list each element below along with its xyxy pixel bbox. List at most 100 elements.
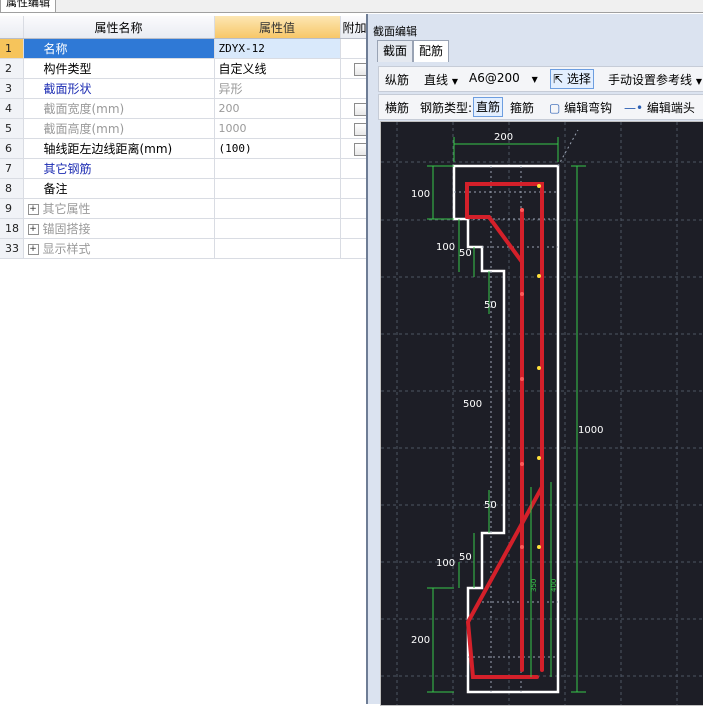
- expand-plus-icon[interactable]: +: [27, 204, 39, 215]
- manual-reference-button[interactable]: 手动设置参考线 ▼: [608, 71, 702, 88]
- property-value[interactable]: (100): [214, 138, 341, 159]
- property-name[interactable]: 名称: [23, 38, 215, 59]
- table-row[interactable]: 4 截面宽度(mm) 200: [0, 98, 367, 119]
- tab-property-editor[interactable]: 属性编辑: [0, 0, 56, 13]
- row-number: 9: [0, 198, 24, 219]
- table-row[interactable]: 5 截面高度(mm) 1000: [0, 118, 367, 139]
- tab-reinforcement[interactable]: 配筋: [413, 40, 450, 62]
- row-number: 7: [0, 158, 24, 179]
- dimension-label: 200: [411, 635, 430, 646]
- attach-checkbox[interactable]: [353, 102, 365, 116]
- column-header-extra[interactable]: 附加: [340, 16, 367, 39]
- table-row[interactable]: 18 + 锚固搭接: [0, 218, 367, 239]
- property-group[interactable]: + 锚固搭接: [23, 218, 215, 239]
- property-name[interactable]: 截面宽度(mm): [23, 98, 215, 119]
- rebar-spec-dropdown[interactable]: A6@200 ▼: [469, 71, 538, 85]
- row-number: 2: [0, 58, 24, 79]
- extra-cell: [340, 38, 367, 59]
- edit-hook-button[interactable]: ▢ 编辑弯钩: [549, 99, 612, 116]
- group-label: 其它属性: [42, 202, 91, 216]
- property-group[interactable]: + 其它属性: [23, 198, 215, 219]
- property-value[interactable]: 自定义线: [214, 58, 341, 79]
- property-name[interactable]: 构件类型: [23, 58, 215, 79]
- dimension-label: 50: [484, 300, 497, 311]
- edit-end-button[interactable]: —• 编辑端头: [624, 99, 695, 116]
- editor-title: 截面编辑: [373, 25, 417, 38]
- table-row[interactable]: 1 名称 ZDYX-12: [0, 38, 367, 59]
- extra-cell: [340, 198, 367, 219]
- rebar-type-label: 钢筋类型:: [420, 101, 473, 115]
- property-value[interactable]: 异形: [214, 78, 341, 99]
- extra-cell: [340, 218, 367, 239]
- property-value: [214, 238, 341, 259]
- row-number: 18: [0, 218, 24, 239]
- dimension-label: 200: [494, 132, 513, 143]
- property-value: [214, 198, 341, 219]
- table-row[interactable]: 33 + 显示样式: [0, 238, 367, 259]
- row-number: 5: [0, 118, 24, 139]
- select-button[interactable]: ⇱ 选择: [550, 69, 594, 89]
- table-row[interactable]: 7 其它钢筋: [0, 158, 367, 179]
- property-name[interactable]: 备注: [23, 178, 215, 199]
- dimension-label: 50: [459, 552, 472, 563]
- transverse-label[interactable]: 横筋: [385, 99, 409, 116]
- section-editor-panel: 截面编辑 截面 配筋 纵筋 直线 ▼ A6@200 ▼ ⇱ 选择 手动设置参考线 …: [366, 14, 703, 706]
- property-grid: 属性名称 属性值 附加 1 名称 ZDYX-12 2 构件类型 自定义线 3 截…: [0, 16, 367, 259]
- table-row[interactable]: 9 + 其它属性: [0, 198, 367, 219]
- property-value[interactable]: 200: [214, 98, 341, 119]
- attach-checkbox[interactable]: [353, 142, 365, 156]
- chevron-down-icon: ▼: [451, 77, 458, 86]
- property-value[interactable]: 1000: [214, 118, 341, 139]
- property-name[interactable]: 其它钢筋: [23, 158, 215, 179]
- dimension-label: 400: [550, 579, 558, 592]
- table-row[interactable]: 8 备注: [0, 178, 367, 199]
- column-header-name[interactable]: 属性名称: [23, 16, 215, 39]
- chevron-down-icon: ▼: [695, 77, 702, 86]
- extra-cell: [340, 158, 367, 179]
- editor-tabs: 截面 配筋: [377, 40, 450, 62]
- property-value[interactable]: ZDYX-12: [214, 38, 341, 59]
- extra-cell: [340, 178, 367, 199]
- line-end-icon: —•: [624, 101, 644, 115]
- tab-section[interactable]: 截面: [377, 40, 414, 62]
- expand-plus-icon[interactable]: +: [27, 224, 39, 235]
- table-row[interactable]: 6 轴线距左边线距离(mm) (100): [0, 138, 367, 159]
- stirrup-button[interactable]: 箍筋: [510, 99, 534, 116]
- chevron-down-icon: ▼: [531, 75, 538, 84]
- straight-rebar-button[interactable]: 直筋: [473, 97, 504, 117]
- property-group[interactable]: + 显示样式: [23, 238, 215, 259]
- toolbar-longitudinal: 纵筋 直线 ▼ A6@200 ▼ ⇱ 选择 手动设置参考线 ▼: [378, 66, 703, 92]
- select-label: 选择: [566, 72, 591, 86]
- attach-checkbox[interactable]: [353, 122, 365, 136]
- property-name[interactable]: 截面形状: [23, 78, 215, 99]
- section-drawing-canvas[interactable]: 200 100 100 50 50 500 50 50 100 200 1000…: [380, 121, 703, 706]
- row-number: 6: [0, 138, 24, 159]
- property-name[interactable]: 轴线距左边线距离(mm): [23, 138, 215, 159]
- line-type-value: 直线: [424, 73, 449, 87]
- group-label: 显示样式: [42, 242, 91, 256]
- document-edit-icon: ▢: [549, 101, 561, 115]
- edit-hook-label: 编辑弯钩: [564, 101, 613, 115]
- property-value[interactable]: [214, 178, 341, 199]
- column-header-value[interactable]: 属性值: [214, 16, 341, 39]
- table-row[interactable]: 2 构件类型 自定义线: [0, 58, 367, 79]
- window-tabstrip: 属性编辑: [0, 0, 703, 13]
- table-row[interactable]: 3 截面形状 异形: [0, 78, 367, 99]
- longitudinal-label[interactable]: 纵筋: [385, 71, 409, 88]
- section-drawing[interactable]: 200 100 100 50 50 500 50 50 100 200 1000…: [381, 122, 703, 705]
- cursor-arrow-icon: ⇱: [553, 72, 564, 86]
- dimension-label: 1000: [578, 425, 603, 436]
- row-number: 3: [0, 78, 24, 99]
- edit-end-label: 编辑端头: [646, 101, 695, 115]
- dimension-label: 100: [436, 242, 455, 253]
- group-label: 锚固搭接: [42, 222, 91, 236]
- property-name[interactable]: 截面高度(mm): [23, 118, 215, 139]
- expand-plus-icon[interactable]: +: [27, 244, 39, 255]
- dimension-label: 100: [436, 558, 455, 569]
- property-value[interactable]: [214, 158, 341, 179]
- extra-cell: [340, 58, 367, 79]
- dimension-label: 350: [530, 579, 538, 592]
- attach-checkbox[interactable]: [353, 62, 365, 76]
- line-type-dropdown[interactable]: 直线 ▼: [424, 71, 458, 88]
- dimension-label: 50: [459, 248, 472, 259]
